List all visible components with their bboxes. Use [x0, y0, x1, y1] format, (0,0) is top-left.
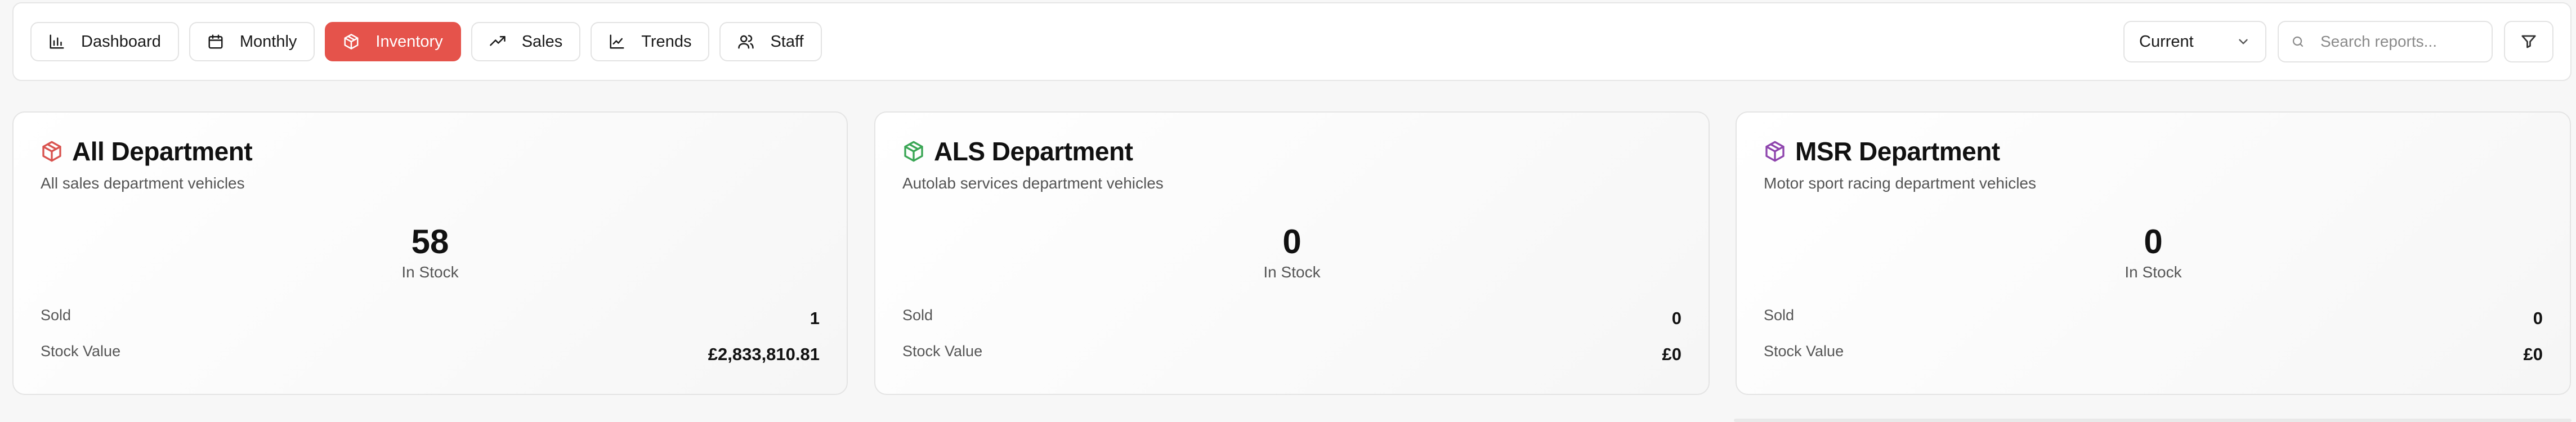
tab-trends[interactable]: Trends — [591, 22, 710, 61]
search-icon — [2292, 36, 2304, 47]
calendar-icon — [208, 34, 223, 49]
in-stock-label: In Stock — [1263, 263, 1321, 281]
card-subtitle: Autolab services department vehicles — [902, 174, 1164, 192]
in-stock-count: 0 — [2144, 223, 2163, 261]
tab-staff[interactable]: Staff — [719, 22, 822, 61]
sold-value: 0 — [1671, 308, 1681, 328]
in-stock-label: In Stock — [401, 263, 459, 281]
stock-value: £0 — [1662, 344, 1681, 364]
bar-chart-icon — [50, 34, 64, 49]
stock-value: £0 — [2523, 344, 2543, 364]
tab-label: Inventory — [375, 32, 443, 51]
line-chart-icon — [610, 34, 624, 49]
tab-label: Monthly — [239, 32, 297, 51]
stock-value-label: Stock Value — [902, 343, 983, 360]
in-stock-count: 58 — [411, 223, 449, 261]
filter-icon — [2521, 35, 2536, 48]
box-icon — [344, 34, 359, 50]
chevron-down-icon — [2239, 39, 2248, 44]
stock-value: £2,833,810.81 — [708, 344, 820, 364]
tab-inventory[interactable]: Inventory — [325, 22, 461, 61]
sold-value: 0 — [2533, 308, 2543, 328]
search-box — [2278, 21, 2493, 62]
box-icon — [42, 141, 61, 162]
in-stock-count: 0 — [1282, 223, 1302, 261]
tab-monthly[interactable]: Monthly — [189, 22, 315, 61]
sold-label: Sold — [902, 307, 933, 324]
department-card-all: All Department All sales department vehi… — [12, 111, 848, 395]
tab-label: Staff — [770, 32, 804, 51]
stock-value-label: Stock Value — [1764, 343, 1844, 360]
tab-label: Dashboard — [81, 32, 161, 51]
report-tabs: Dashboard Monthly Inventory Sales Trends… — [30, 22, 822, 61]
card-subtitle: Motor sport racing department vehicles — [1764, 174, 2036, 192]
card-subtitle: All sales department vehicles — [41, 174, 245, 192]
tab-label: Trends — [641, 32, 692, 51]
search-input[interactable] — [2319, 32, 2479, 51]
box-icon — [1765, 141, 1785, 162]
report-toolbar: Dashboard Monthly Inventory Sales Trends… — [12, 2, 2571, 81]
department-card-msr: MSR Department Motor sport racing depart… — [1736, 111, 2571, 395]
sold-label: Sold — [41, 307, 71, 324]
department-card-als: ALS Department Autolab services departme… — [874, 111, 1710, 395]
tab-dashboard[interactable]: Dashboard — [30, 22, 179, 61]
toolbar-controls: Current — [2123, 21, 2553, 62]
filter-button[interactable] — [2504, 21, 2553, 62]
period-select-value: Current — [2139, 32, 2194, 51]
trending-up-icon — [489, 36, 506, 46]
card-title: ALS Department — [934, 137, 1133, 166]
sold-label: Sold — [1764, 307, 1795, 324]
tab-sales[interactable]: Sales — [471, 22, 581, 61]
sold-value: 1 — [810, 308, 820, 328]
stock-value-label: Stock Value — [41, 343, 121, 360]
card-title: All Department — [72, 137, 253, 166]
period-select[interactable]: Current — [2123, 21, 2266, 62]
box-icon — [904, 141, 923, 162]
next-card-edge — [1734, 419, 2571, 422]
in-stock-label: In Stock — [2125, 263, 2182, 281]
tab-label: Sales — [521, 32, 563, 51]
card-title: MSR Department — [1795, 137, 2000, 166]
users-icon — [738, 35, 754, 49]
